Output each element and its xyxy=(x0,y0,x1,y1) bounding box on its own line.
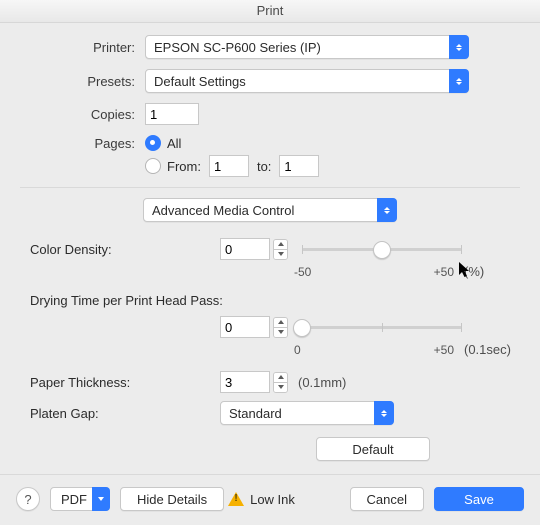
drying-time-label: Drying Time per Print Head Pass: xyxy=(30,293,223,308)
drying-time-unit: (0.1sec) xyxy=(464,342,511,357)
drying-time-scale-min: 0 xyxy=(294,343,301,357)
copies-input[interactable] xyxy=(145,103,199,125)
pages-from-input[interactable] xyxy=(209,155,249,177)
help-icon: ? xyxy=(24,492,31,507)
pages-all-label: All xyxy=(167,136,181,151)
pages-to-input[interactable] xyxy=(279,155,319,177)
printer-label: Printer: xyxy=(20,40,145,55)
panel-selected-value: Advanced Media Control xyxy=(152,203,294,218)
paper-thickness-input[interactable] xyxy=(220,371,270,393)
cancel-button[interactable]: Cancel xyxy=(350,487,424,511)
presets-label: Presets: xyxy=(20,74,145,89)
color-density-scale-max: +50 xyxy=(434,265,454,279)
pages-to-label: to: xyxy=(257,159,271,174)
platen-gap-select[interactable]: Standard xyxy=(220,401,394,425)
updown-icon xyxy=(449,69,469,93)
presets-selected-value: Default Settings xyxy=(154,74,246,89)
updown-icon xyxy=(377,198,397,222)
hide-details-button[interactable]: Hide Details xyxy=(120,487,224,511)
pages-from-label: From: xyxy=(167,159,201,174)
copies-label: Copies: xyxy=(20,107,145,122)
divider xyxy=(20,187,520,188)
panel-select[interactable]: Advanced Media Control xyxy=(143,198,397,222)
updown-icon xyxy=(374,401,394,425)
warning-icon xyxy=(228,492,244,506)
paper-thickness-stepper[interactable] xyxy=(273,372,288,393)
color-density-slider[interactable] xyxy=(302,240,462,258)
default-button[interactable]: Default xyxy=(316,437,430,461)
pages-label: Pages: xyxy=(20,136,145,151)
printer-select[interactable]: EPSON SC-P600 Series (IP) xyxy=(145,35,469,59)
drying-time-input[interactable] xyxy=(220,316,270,338)
printer-selected-value: EPSON SC-P600 Series (IP) xyxy=(154,40,321,55)
drying-time-slider[interactable] xyxy=(302,318,462,336)
pdf-menu-button[interactable]: PDF xyxy=(50,487,110,511)
platen-gap-label: Platen Gap: xyxy=(30,406,220,421)
pages-range-radio[interactable] xyxy=(145,158,161,174)
color-density-stepper[interactable] xyxy=(273,239,288,260)
color-density-label: Color Density: xyxy=(30,242,220,257)
help-button[interactable]: ? xyxy=(16,487,40,511)
save-button[interactable]: Save xyxy=(434,487,524,511)
drying-time-stepper[interactable] xyxy=(273,317,288,338)
color-density-input[interactable] xyxy=(220,238,270,260)
window-title: Print xyxy=(0,0,540,23)
pdf-label: PDF xyxy=(61,492,87,507)
updown-icon xyxy=(449,35,469,59)
pages-all-radio[interactable] xyxy=(145,135,161,151)
status-text: Low Ink xyxy=(250,492,295,507)
paper-thickness-unit: (0.1mm) xyxy=(298,375,346,390)
mouse-cursor xyxy=(459,262,471,280)
presets-select[interactable]: Default Settings xyxy=(145,69,469,93)
chevron-down-icon xyxy=(92,487,110,511)
platen-gap-selected-value: Standard xyxy=(229,406,282,421)
drying-time-scale-max: +50 xyxy=(434,343,454,357)
color-density-scale-min: -50 xyxy=(294,265,311,279)
paper-thickness-label: Paper Thickness: xyxy=(30,375,220,390)
